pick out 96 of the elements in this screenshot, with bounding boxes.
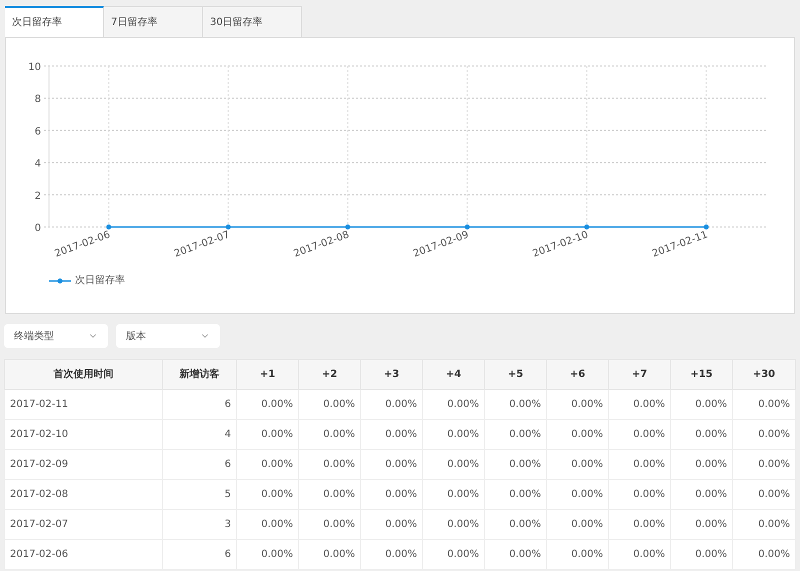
table-cell: 2017-02-11 [4,390,162,420]
table-cell: 0.00% [732,420,796,450]
filter-dropdown[interactable]: 终端类型 [4,324,108,348]
table-cell: 0.00% [298,390,360,420]
column-header: +4 [422,360,484,390]
column-header: +2 [298,360,360,390]
column-header: +5 [484,360,546,390]
table-cell: 0.00% [360,480,422,510]
table-cell: 0.00% [608,420,670,450]
table-cell: 0.00% [670,420,732,450]
data-point [106,224,112,230]
table-cell: 0.00% [236,420,298,450]
table-cell: 0.00% [546,510,608,540]
table-cell: 0.00% [298,450,360,480]
y-tick-label: 4 [34,158,41,170]
table-cell: 0.00% [670,390,732,420]
table-cell: 0.00% [546,450,608,480]
tab[interactable]: 7日留存率 [104,6,203,37]
column-header: +15 [670,360,732,390]
table-cell: 0.00% [422,450,484,480]
y-tick-label: 6 [34,126,41,138]
data-point [226,224,231,230]
table-cell: 0.00% [236,510,298,540]
table-cell: 0.00% [298,480,360,510]
column-header: 首次使用时间 [4,360,162,390]
table-cell: 2017-02-08 [4,480,162,510]
table-cell: 0.00% [484,480,546,510]
filter-dropdown[interactable]: 版本 [116,324,220,348]
table-cell: 0.00% [236,540,298,570]
data-point [584,224,590,230]
table-cell: 0.00% [360,390,422,420]
legend-line-icon [49,278,71,284]
table-cell: 0.00% [484,510,546,540]
table-cell: 0.00% [732,540,796,570]
table-cell: 4 [162,420,236,450]
table-cell: 0.00% [236,480,298,510]
table-cell: 0.00% [484,420,546,450]
table-cell: 0.00% [546,390,608,420]
table-cell: 0.00% [670,480,732,510]
table-cell: 0.00% [732,390,796,420]
table-cell: 2017-02-07 [4,510,162,540]
y-tick-label: 0 [34,223,41,234]
table-cell: 0.00% [422,480,484,510]
table-cell: 0.00% [608,480,670,510]
legend-label: 次日留存率 [75,274,125,288]
table-cell: 0.00% [298,420,360,450]
table-cell: 0.00% [608,450,670,480]
table-cell: 0.00% [608,540,670,570]
table-cell: 0.00% [236,450,298,480]
table-cell: 0.00% [360,450,422,480]
table-cell: 0.00% [670,540,732,570]
table-cell: 0.00% [298,510,360,540]
table-cell: 2017-02-06 [4,540,162,570]
table-cell: 0.00% [236,390,298,420]
data-point [704,224,709,230]
table-cell: 0.00% [670,510,732,540]
table-cell: 0.00% [422,510,484,540]
table-cell: 0.00% [484,450,546,480]
table-cell: 0.00% [732,480,796,510]
table-cell: 0.00% [670,450,732,480]
column-header: 新增访客 [162,360,236,390]
column-header: +1 [236,360,298,390]
table-cell: 6 [162,390,236,420]
table-cell: 6 [162,540,236,570]
table-cell: 0.00% [422,540,484,570]
table-cell: 0.00% [298,540,360,570]
table-cell: 0.00% [484,390,546,420]
table-cell: 0.00% [360,540,422,570]
table-cell: 6 [162,450,236,480]
column-header: +7 [608,360,670,390]
table-cell: 2017-02-09 [4,450,162,480]
table-cell: 0.00% [546,480,608,510]
table-cell: 5 [162,480,236,510]
table-cell: 2017-02-10 [4,420,162,450]
table-cell: 0.00% [422,420,484,450]
data-point [345,224,350,230]
table-cell: 0.00% [546,420,608,450]
y-tick-label: 2 [34,190,41,202]
table-cell: 0.00% [484,540,546,570]
y-tick-label: 8 [34,94,41,106]
tab[interactable]: 次日留存率 [5,6,104,37]
data-point [464,224,470,230]
table-cell: 0.00% [608,510,670,540]
table-cell: 0.00% [732,450,796,480]
y-tick-label: 10 [28,62,41,73]
table-cell: 0.00% [360,420,422,450]
column-header: +6 [546,360,608,390]
table-cell: 0.00% [546,540,608,570]
tab[interactable]: 30日留存率 [203,6,302,37]
column-header: +30 [732,360,796,390]
column-header: +3 [360,360,422,390]
table-cell: 0.00% [360,510,422,540]
table-cell: 0.00% [422,390,484,420]
table-cell: 3 [162,510,236,540]
table-cell: 0.00% [732,510,796,540]
table-cell: 0.00% [608,390,670,420]
